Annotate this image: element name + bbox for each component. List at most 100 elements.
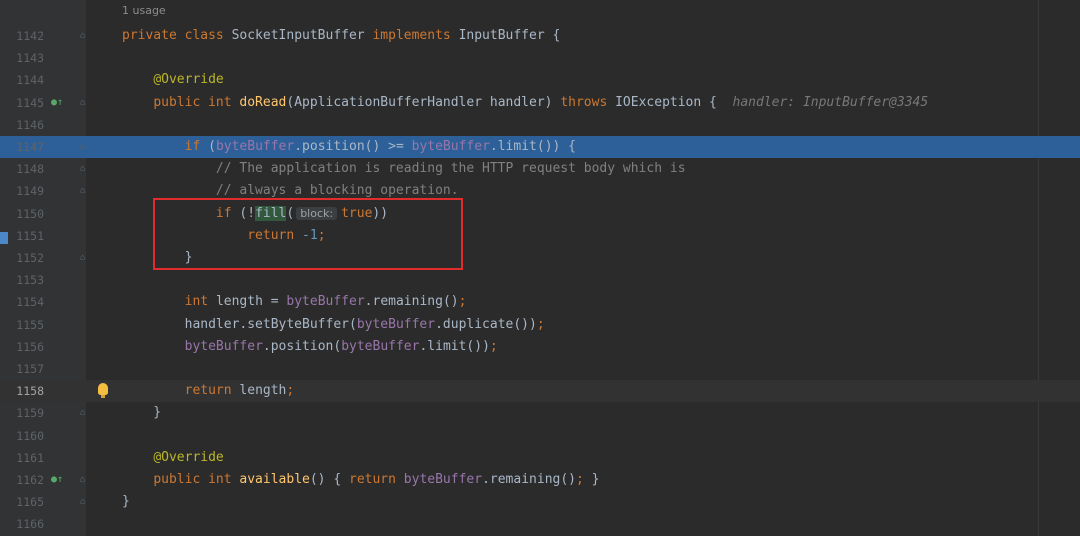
code-token: handler.setByteBuffer( [122, 316, 357, 332]
code-token: } [122, 494, 130, 510]
code-token: int [184, 294, 216, 310]
code-line[interactable]: 1155 handler.setByteBuffer(byteBuffer.du… [0, 314, 1080, 336]
code-token: byteBuffer [403, 472, 483, 487]
code-token: public int [153, 94, 240, 110]
line-number[interactable]: 1145 [0, 92, 44, 114]
override-up-arrow-icon[interactable]: ●↑ [51, 474, 63, 486]
line-number[interactable]: 1143 [0, 47, 44, 69]
line-number[interactable]: 1154 [0, 291, 44, 313]
code-token: // always a blocking operation. [215, 183, 459, 199]
code-token: (ApplicationBufferHandler handler) [286, 94, 561, 110]
code-line[interactable]: 1156 byteBuffer.position(byteBuffer.limi… [0, 336, 1080, 358]
code-line[interactable]: 1145 ●↑ ⌂ public int doRead(ApplicationBuf… [0, 92, 1080, 114]
fold-marker-icon[interactable]: ⌂ [80, 408, 88, 418]
fold-marker-icon[interactable]: ⌂ [80, 186, 88, 196]
line-number[interactable]: 1150 [0, 203, 44, 225]
code-token: ; [458, 294, 467, 310]
line-number[interactable]: 1153 [0, 269, 44, 291]
code-token: ; [489, 338, 498, 354]
code-token: @Override [153, 72, 224, 88]
code-line[interactable]: 1144 @Override [0, 69, 1080, 91]
code-line[interactable]: 1143 [0, 47, 1080, 69]
code-token: IOException { [615, 94, 733, 110]
line-number[interactable]: 1157 [0, 358, 44, 380]
code-token: byteBuffer [286, 294, 365, 310]
line-number[interactable]: 1152 [0, 247, 44, 269]
code-line[interactable]: 1147 ⌂ if (byteBuffer.position() >= byteB… [0, 136, 1080, 158]
code-token: .position() >= [294, 139, 412, 154]
code-line[interactable]: 1154 int length = byteBuffer.remaining()… [0, 291, 1080, 313]
code-text: if (byteBuffer.position() >= byteBuffer.… [122, 136, 576, 158]
line-number[interactable]: 1162 [0, 469, 44, 491]
code-token: } [591, 472, 600, 487]
code-text: } [122, 402, 161, 424]
lightbulb-icon[interactable] [98, 383, 108, 399]
line-number[interactable]: 1159 [0, 402, 44, 424]
fold-marker-icon[interactable]: ⌂ [80, 475, 88, 485]
line-number[interactable]: 1161 [0, 447, 44, 469]
fold-marker-icon[interactable]: ⌂ [80, 164, 88, 174]
code-line[interactable]: 1142 ⌂ private class SocketInputBuffer imp… [0, 25, 1080, 47]
code-text: int length = byteBuffer.remaining(); [122, 291, 467, 313]
code-text: @Override [122, 69, 224, 91]
fold-marker-icon[interactable]: ⌂ [80, 98, 88, 108]
line-number[interactable]: 1147 [0, 136, 44, 158]
code-line[interactable]: 1162 ●↑ ⌂ public int available() { return … [0, 469, 1080, 491]
code-line[interactable]: 1160 [0, 425, 1080, 447]
code-token: .position( [262, 338, 342, 354]
line-number[interactable]: 1144 [0, 69, 44, 91]
line-number[interactable]: 1146 [0, 114, 44, 136]
code-line[interactable]: 1161 @Override [0, 447, 1080, 469]
code-token: .duplicate()) [435, 316, 537, 332]
line-number[interactable]: 1149 [0, 180, 44, 202]
code-token: private class [122, 28, 232, 43]
code-line[interactable]: 1165 ⌂} [0, 491, 1080, 513]
code-token: byteBuffer [356, 316, 436, 332]
code-text: public int available() { return byteBuff… [122, 469, 599, 491]
line-number[interactable]: 1148 [0, 158, 44, 180]
code-text: handler.setByteBuffer(byteBuffer.duplica… [122, 314, 545, 336]
fold-marker-icon[interactable]: ⌂ [80, 142, 88, 152]
code-token: doRead [239, 94, 287, 110]
code-token: @Override [153, 449, 224, 465]
code-token: .limit()) [419, 338, 490, 354]
code-line[interactable]: 1166 [0, 513, 1080, 535]
code-text: private class SocketInputBuffer implemen… [122, 25, 560, 47]
line-number[interactable]: 1151 [0, 225, 44, 247]
code-line[interactable]: 1153 [0, 269, 1080, 291]
code-line[interactable]: 1159 ⌂ } [0, 402, 1080, 424]
code-line[interactable]: 1157 [0, 358, 1080, 380]
code-token: ( [208, 139, 216, 154]
code-token: implements [372, 28, 459, 43]
code-line[interactable]: 1148 ⌂ // The application is reading the … [0, 158, 1080, 180]
code-token: ; [536, 316, 545, 332]
debug-inline-value: handler: InputBuffer@3345 [732, 94, 929, 110]
code-line[interactable]: 1158 return length; [0, 380, 1080, 403]
line-number[interactable]: 1155 [0, 314, 44, 336]
fold-marker-icon[interactable]: ⌂ [80, 497, 88, 507]
line-number[interactable]: 1160 [0, 425, 44, 447]
code-token: byteBuffer [184, 338, 263, 354]
line-number[interactable]: 1165 [0, 491, 44, 513]
code-token: // The application is reading the HTTP r… [215, 161, 686, 177]
fold-marker-icon[interactable]: ⌂ [80, 31, 88, 41]
code-token: byteBuffer [411, 139, 490, 154]
code-token: if [184, 139, 209, 154]
code-token: public int [153, 472, 240, 487]
fold-marker-icon[interactable]: ⌂ [80, 253, 88, 263]
line-number[interactable]: 1156 [0, 336, 44, 358]
line-number[interactable]: 1166 [0, 513, 44, 535]
code-token: ; [576, 472, 592, 487]
line-number[interactable]: 1158 [0, 380, 44, 402]
code-text: // The application is reading the HTTP r… [122, 158, 686, 180]
line-number[interactable]: 1142 [0, 25, 44, 47]
code-text: return length; [122, 380, 295, 402]
code-line[interactable]: 1146 [0, 114, 1080, 136]
code-token: } [122, 405, 162, 421]
override-up-arrow-icon[interactable]: ●↑ [51, 97, 63, 109]
